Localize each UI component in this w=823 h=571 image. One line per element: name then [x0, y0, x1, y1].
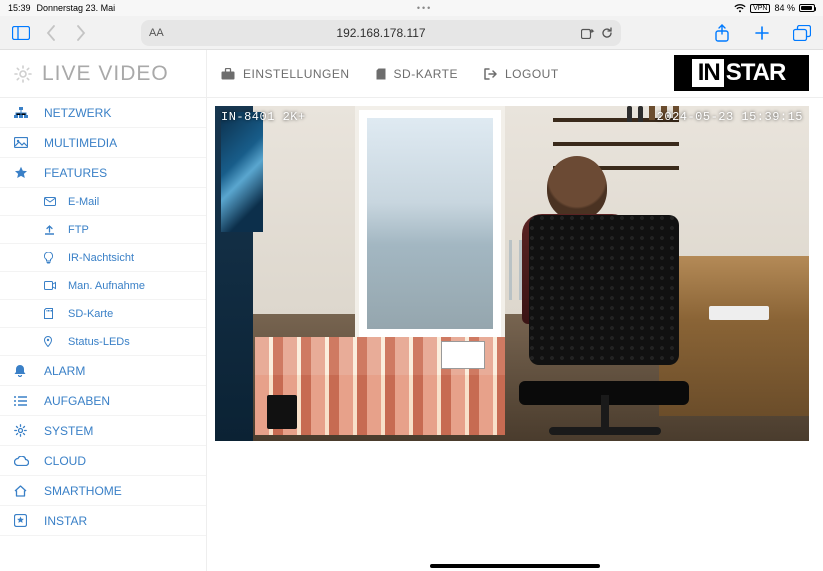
upload-icon: [44, 224, 58, 235]
sidebar-item-label: MULTIMEDIA: [44, 136, 117, 150]
home-icon: [14, 485, 30, 497]
star-outline-icon: [14, 514, 30, 527]
sidebar-item-system[interactable]: SYSTEM: [0, 416, 206, 445]
url-text: 192.168.178.117: [336, 26, 425, 40]
logo-part-in: IN: [692, 59, 724, 87]
sidebar-header[interactable]: LIVE VIDEO: [0, 50, 206, 98]
sidebar-item-instar[interactable]: INSTAR: [0, 506, 206, 535]
extensions-icon[interactable]: [581, 27, 595, 39]
sd-card-icon: [376, 68, 386, 80]
sidebar-item-alarm[interactable]: ALARM: [0, 356, 206, 385]
sidebar-sub-ir[interactable]: IR-Nachtsicht: [0, 243, 206, 271]
sidebar-sub-label: FTP: [68, 224, 89, 236]
sidebar-item-netzwerk[interactable]: NETZWERK: [0, 98, 206, 127]
briefcase-icon: [221, 68, 235, 80]
status-date: Donnerstag 23. Mai: [37, 3, 116, 13]
sidebar-item-label: ALARM: [44, 364, 85, 378]
sidebar-item-label: INSTAR: [44, 514, 87, 528]
sidebar-sub-ftp[interactable]: FTP: [0, 215, 206, 243]
location-icon: [44, 336, 58, 347]
logout-link[interactable]: LOGOUT: [484, 67, 559, 81]
camera-icon: [44, 281, 58, 290]
video-scene-placeholder: [215, 106, 809, 441]
osd-timestamp: 2024-05-23 15:39:15: [657, 110, 803, 124]
sidebar-sub-label: E-Mail: [68, 196, 99, 208]
sdcard-link[interactable]: SD-KARTE: [376, 67, 458, 81]
sitemap-icon: [14, 107, 30, 119]
list-icon: [14, 396, 30, 406]
sidebar-sub-leds[interactable]: Status-LEDs: [0, 327, 206, 355]
text-size-button[interactable]: AA: [149, 27, 164, 39]
cloud-icon: [14, 456, 30, 466]
instar-logo: IN STAR: [674, 55, 809, 91]
sidebar-item-cloud[interactable]: CLOUD: [0, 446, 206, 475]
top-link-label: EINSTELLUNGEN: [243, 67, 350, 81]
app-shell: LIVE VIDEO NETZWERK MULTIMEDIA FEATURES …: [0, 50, 823, 571]
sd-card-icon: [44, 308, 58, 319]
vpn-badge: VPN: [750, 4, 770, 13]
sidebar-item-features[interactable]: FEATURES: [0, 158, 206, 187]
top-link-label: LOGOUT: [505, 67, 559, 81]
sidebar-sub-label: Status-LEDs: [68, 336, 130, 348]
sidebar-nav: NETZWERK MULTIMEDIA FEATURES E-Mail FTP: [0, 98, 206, 536]
back-button[interactable]: [40, 22, 62, 44]
sidebar-sub-label: Man. Aufnahme: [68, 280, 145, 292]
sidebar-item-multimedia[interactable]: MULTIMEDIA: [0, 128, 206, 157]
top-link-label: SD-KARTE: [394, 67, 458, 81]
sidebar-item-label: AUFGABEN: [44, 394, 110, 408]
battery-icon: [799, 4, 815, 12]
logo-part-star: STAR: [724, 59, 792, 87]
ios-status-bar: 15:39 Donnerstag 23. Mai ••• VPN 84 %: [0, 0, 823, 16]
lightbulb-icon: [44, 252, 58, 264]
sidebar-sub-label: IR-Nachtsicht: [68, 252, 134, 264]
envelope-icon: [44, 197, 58, 206]
features-submenu: E-Mail FTP IR-Nachtsicht Man. Aufnahme S…: [0, 187, 206, 355]
forward-button[interactable]: [70, 22, 92, 44]
sidebar-sub-label: SD-Karte: [68, 308, 113, 320]
sidebar-item-smarthome[interactable]: SMARTHOME: [0, 476, 206, 505]
safari-toolbar: AA 192.168.178.117: [0, 16, 823, 50]
sidebar-item-aufgaben[interactable]: AUFGABEN: [0, 386, 206, 415]
settings-link[interactable]: EINSTELLUNGEN: [221, 67, 350, 81]
gear-icon: [14, 65, 32, 83]
osd-camera-model: IN-8401 2K+: [221, 110, 306, 124]
sidebar-toggle-button[interactable]: [10, 22, 32, 44]
sidebar-sub-recording[interactable]: Man. Aufnahme: [0, 271, 206, 299]
sidebar-item-label: CLOUD: [44, 454, 86, 468]
star-icon: [14, 166, 30, 180]
sidebar-sub-sdcard[interactable]: SD-Karte: [0, 299, 206, 327]
share-button[interactable]: [711, 22, 733, 44]
status-time: 15:39: [8, 3, 31, 13]
new-tab-button[interactable]: [751, 22, 773, 44]
bell-icon: [14, 364, 30, 377]
reload-button[interactable]: [601, 27, 613, 39]
sidebar-title: LIVE VIDEO: [42, 62, 169, 86]
live-video-stream[interactable]: IN-8401 2K+ 2024-05-23 15:39:15: [215, 106, 809, 441]
live-video-container: IN-8401 2K+ 2024-05-23 15:39:15: [207, 98, 823, 441]
sidebar-sub-email[interactable]: E-Mail: [0, 187, 206, 215]
sidebar-item-label: SMARTHOME: [44, 484, 122, 498]
sidebar-item-label: SYSTEM: [44, 424, 93, 438]
multitasking-dots: •••: [115, 3, 734, 13]
sidebar: LIVE VIDEO NETZWERK MULTIMEDIA FEATURES …: [0, 50, 207, 571]
ios-home-indicator[interactable]: [430, 564, 600, 568]
sidebar-item-label: FEATURES: [44, 166, 107, 180]
tabs-button[interactable]: [791, 22, 813, 44]
cog-icon: [14, 424, 30, 437]
wifi-icon: [734, 4, 746, 13]
battery-percentage: 84 %: [774, 3, 795, 13]
address-bar[interactable]: AA 192.168.178.117: [141, 20, 621, 46]
logout-icon: [484, 68, 497, 80]
main-content: EINSTELLUNGEN SD-KARTE LOGOUT IN STAR: [207, 50, 823, 571]
sidebar-item-label: NETZWERK: [44, 106, 111, 120]
image-icon: [14, 137, 30, 148]
